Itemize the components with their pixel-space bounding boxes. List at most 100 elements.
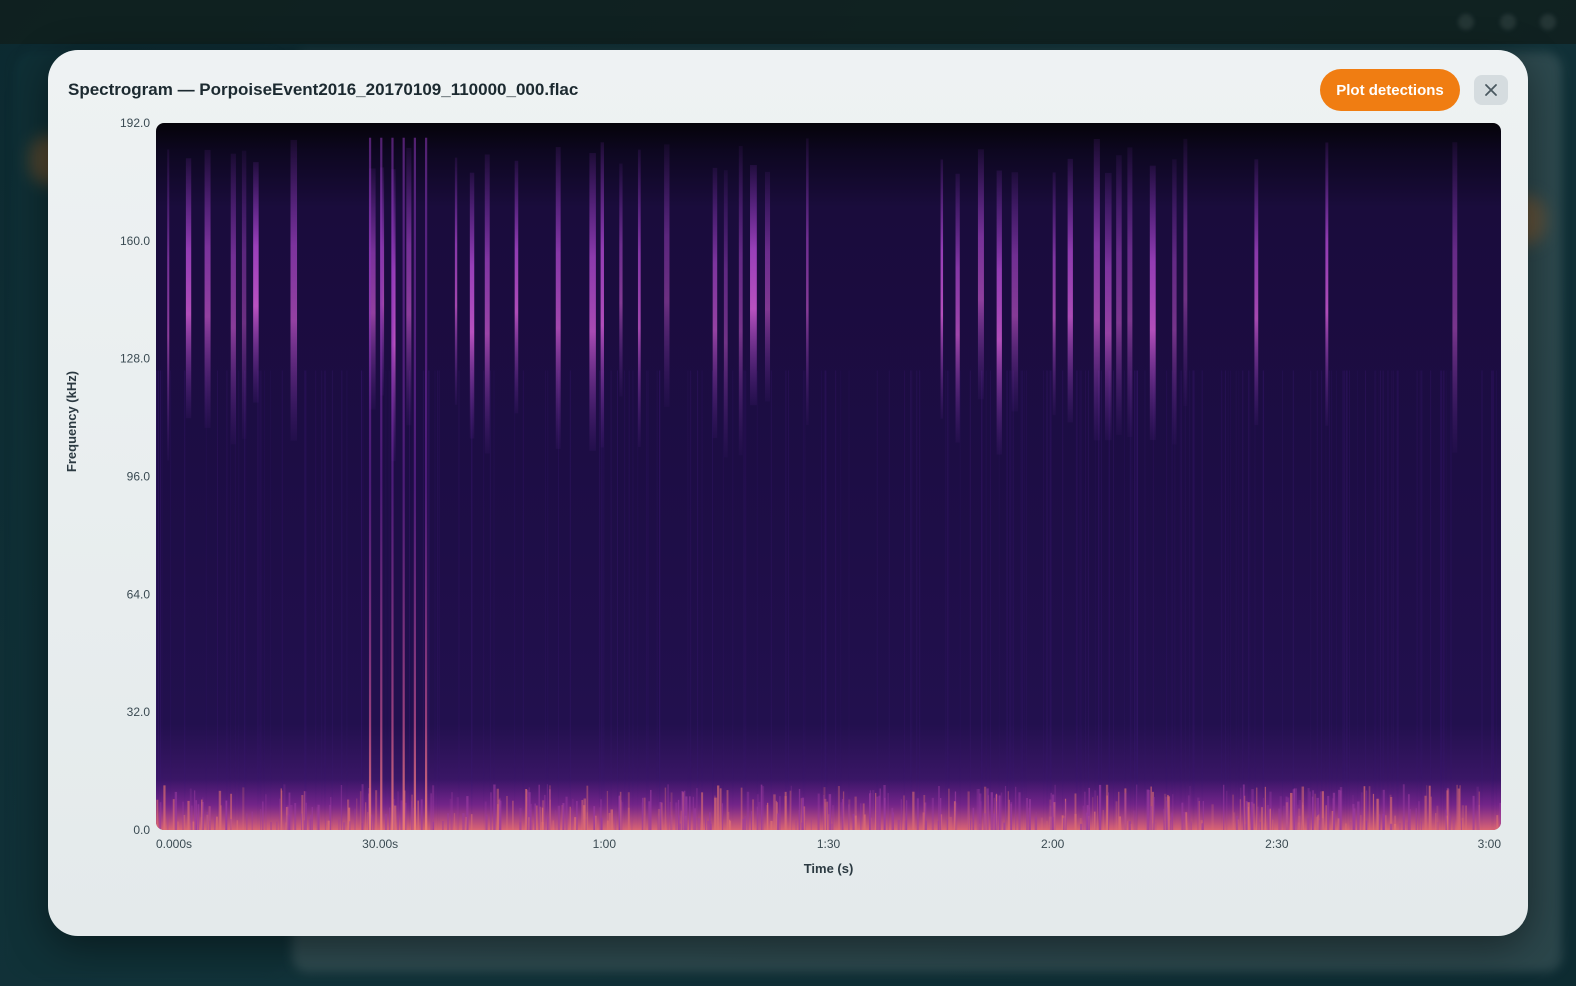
- noise-streak: [1075, 370, 1077, 830]
- noise-streak: [226, 370, 228, 830]
- noise-streak: [437, 370, 439, 830]
- noise-floor-streak: [574, 817, 577, 830]
- noise-floor-streak: [1118, 816, 1122, 830]
- noise-streak: [1201, 370, 1203, 830]
- noise-floor-streak: [541, 807, 544, 830]
- noise-floor-streak: [892, 812, 894, 830]
- click-burst: [1149, 165, 1156, 441]
- noise-streak: [1492, 370, 1494, 830]
- noise-floor-streak: [744, 816, 747, 830]
- noise-streak: [1184, 370, 1186, 830]
- noise-floor-streak: [1445, 809, 1447, 830]
- noise-streak: [1373, 370, 1375, 830]
- noise-floor-streak: [1435, 813, 1437, 830]
- noise-floor-streak: [789, 790, 792, 830]
- noise-floor-streak: [1190, 820, 1193, 830]
- noise-streak: [617, 370, 619, 830]
- noise-floor-streak: [354, 808, 356, 830]
- noise-floor-streak: [752, 799, 755, 830]
- noise-floor-streak: [1082, 805, 1084, 830]
- spectrogram-background: [156, 123, 1501, 830]
- noise-floor-streak: [576, 801, 578, 830]
- noise-streak: [489, 370, 491, 830]
- noise-floor-streak: [512, 800, 514, 830]
- noise-floor-streak: [156, 799, 159, 830]
- noise-streak: [159, 370, 161, 830]
- noise-floor-streak: [1239, 799, 1241, 830]
- noise-streak: [1180, 370, 1182, 830]
- noise-streak: [624, 370, 626, 830]
- noise-floor-streak: [1008, 799, 1010, 830]
- noise-floor-streak: [916, 798, 919, 830]
- noise-floor-streak: [707, 820, 709, 830]
- noise-floor-streak: [709, 812, 711, 830]
- y-tick-label: 192.0: [120, 116, 150, 130]
- noise-floor-streak: [1325, 805, 1327, 830]
- noise-floor-streak: [1345, 823, 1347, 830]
- noise-floor-streak: [1108, 792, 1110, 830]
- noise-streak: [1495, 370, 1497, 830]
- x-tick-label: 3:00: [1478, 837, 1502, 851]
- noise-streak: [1416, 370, 1418, 830]
- noise-streak: [722, 370, 724, 830]
- click-burst: [555, 147, 561, 449]
- noise-floor-streak: [728, 819, 731, 830]
- noise-streak: [785, 370, 787, 830]
- broadband-click: [402, 137, 405, 830]
- noise-floor-streak: [667, 784, 670, 830]
- noise-floor-streak: [610, 809, 613, 830]
- noise-floor-streak: [262, 801, 264, 830]
- noise-floor-streak: [1054, 784, 1056, 830]
- noise-floor-streak: [572, 798, 574, 830]
- noise-floor-streak: [498, 800, 502, 830]
- noise-floor-streak: [342, 822, 346, 830]
- noise-floor-streak: [1115, 801, 1118, 830]
- broadband-click: [380, 137, 383, 830]
- noise-floor-streak: [1448, 815, 1451, 830]
- click-burst: [230, 153, 236, 445]
- noise-floor-streak: [972, 807, 975, 830]
- noise-streak: [743, 370, 745, 830]
- x-tick-label: 0.000s: [156, 837, 192, 851]
- noise-floor-streak: [946, 818, 949, 830]
- noise-streak: [1443, 370, 1445, 830]
- noise-streak: [156, 370, 158, 830]
- click-burst: [955, 173, 960, 443]
- noise-floor-streak: [301, 813, 303, 830]
- x-tick-label: 1:30: [817, 837, 841, 851]
- noise-streak: [697, 370, 699, 830]
- noise-floor-streak: [1311, 796, 1314, 830]
- noise-floor-streak: [593, 806, 596, 830]
- noise-streak: [804, 370, 806, 830]
- noise-floor-streak: [1385, 815, 1387, 830]
- noise-floor-streak: [539, 806, 542, 830]
- noise-floor-streak: [209, 820, 211, 830]
- noise-streak: [1238, 370, 1240, 830]
- y-tick-label: 32.0: [127, 705, 151, 719]
- noise-floor-streak: [1459, 785, 1461, 830]
- noise-streak: [947, 370, 949, 830]
- noise-floor-streak: [823, 794, 825, 830]
- noise-streak: [1396, 370, 1398, 830]
- noise-floor-streak: [340, 784, 343, 830]
- noise-floor-streak: [1417, 801, 1420, 830]
- noise-floor-streak: [1074, 813, 1077, 830]
- noise-floor-streak: [1420, 821, 1423, 830]
- noise-streak: [985, 370, 987, 830]
- noise-streak: [1009, 370, 1011, 830]
- noise-floor-streak: [869, 792, 872, 830]
- noise-streak: [1080, 370, 1082, 830]
- noise-streak: [1419, 370, 1421, 830]
- noise-streak: [258, 370, 260, 830]
- noise-floor-streak: [1000, 792, 1003, 830]
- noise-streak: [1012, 370, 1014, 830]
- noise-streak: [756, 370, 758, 830]
- noise-streak: [969, 370, 971, 830]
- noise-floor-streak: [393, 805, 397, 830]
- noise-floor-streak: [1394, 823, 1397, 830]
- noise-floor-streak: [447, 813, 449, 830]
- noise-floor-streak: [562, 803, 565, 830]
- noise-floor-streak: [346, 799, 350, 830]
- x-tick-label: 2:30: [1265, 837, 1289, 851]
- noise-floor-streak: [948, 788, 950, 830]
